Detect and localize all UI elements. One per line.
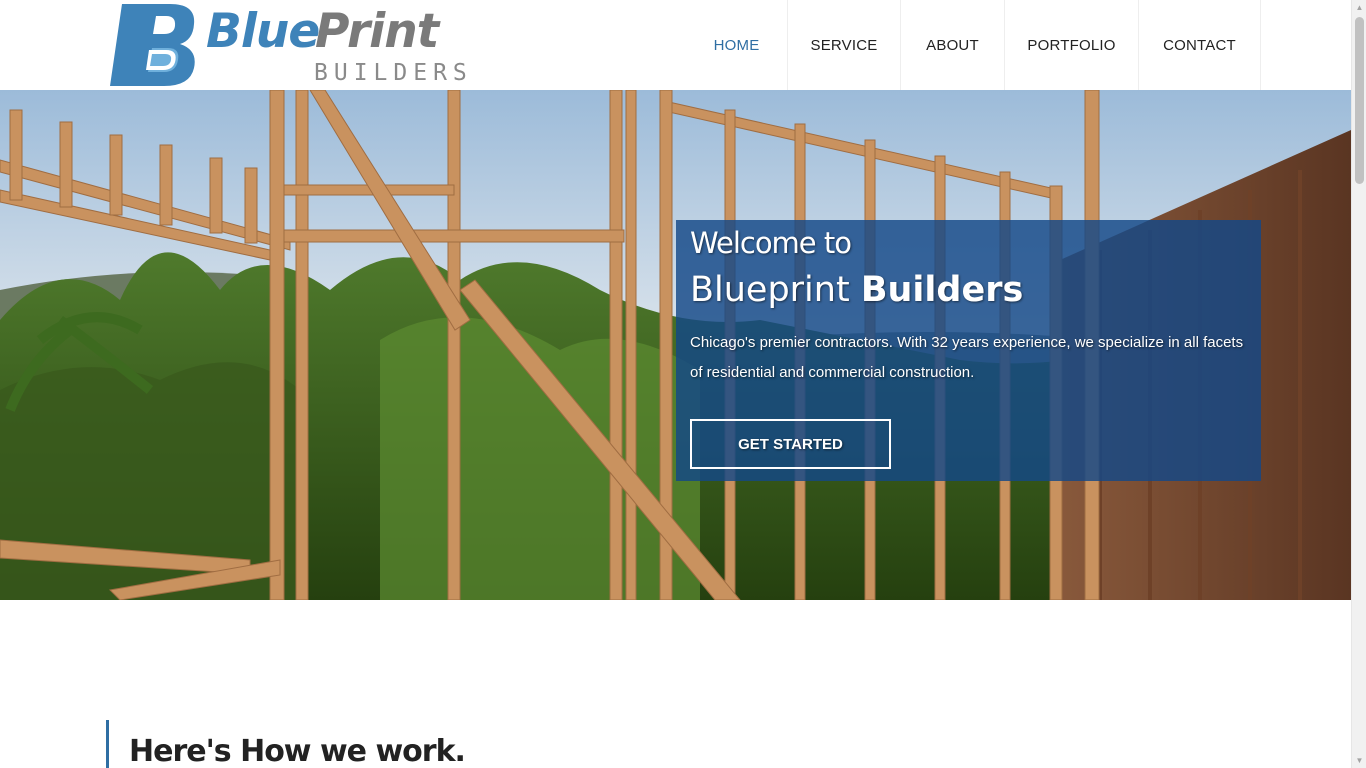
- scroll-thumb[interactable]: [1355, 17, 1364, 184]
- hero-welcome-panel: Welcome to Blueprint Builders Chicago's …: [676, 220, 1261, 481]
- hero-title-light: Blueprint: [690, 270, 850, 310]
- logo-mark-icon: [110, 4, 195, 86]
- scroll-down-arrow-icon[interactable]: ▼: [1352, 753, 1366, 768]
- nav-item-about[interactable]: ABOUT: [900, 0, 1004, 90]
- get-started-button[interactable]: GET STARTED: [690, 419, 891, 469]
- hero-section: Welcome to Blueprint Builders Chicago's …: [0, 90, 1351, 600]
- section-title: Here's How we work.: [129, 734, 466, 768]
- nav-item-home[interactable]: HOME: [686, 0, 787, 90]
- hero-welcome-text: Welcome to: [690, 226, 852, 260]
- nav-item-service[interactable]: SERVICE: [787, 0, 900, 90]
- logo-word-print: Print: [315, 4, 439, 59]
- page-scrollbar[interactable]: ▲ ▼: [1351, 0, 1366, 768]
- nav-item-portfolio[interactable]: PORTFOLIO: [1004, 0, 1138, 90]
- logo-word-blue: Blue: [206, 4, 320, 59]
- main-nav: HOME SERVICE ABOUT PORTFOLIO CONTACT: [686, 0, 1261, 90]
- site-header: Blue Print BUILDERS HOME SERVICE ABOUT P…: [0, 0, 1351, 90]
- scroll-up-arrow-icon[interactable]: ▲: [1352, 0, 1366, 15]
- how-we-work-section: Here's How we work.: [106, 720, 466, 768]
- nav-item-contact[interactable]: CONTACT: [1138, 0, 1260, 90]
- logo-tagline: BUILDERS: [314, 60, 473, 86]
- hero-description: Chicago's premier contractors. With 32 y…: [690, 334, 1244, 381]
- hero-title-bold: Builders: [860, 270, 1024, 310]
- brand-logo[interactable]: Blue Print BUILDERS: [108, 2, 467, 88]
- hero-title: Blueprint Builders: [690, 270, 1023, 310]
